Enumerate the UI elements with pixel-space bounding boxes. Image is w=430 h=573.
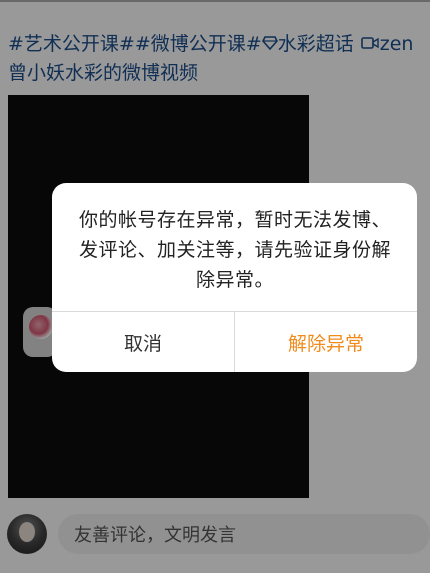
resolve-exception-button[interactable]: 解除异常: [235, 312, 417, 372]
dialog-message: 你的帐号存在异常，暂时无法发博、发评论、加关注等，请先验证身份解除异常。: [78, 209, 391, 291]
account-warning-dialog: 你的帐号存在异常，暂时无法发博、发评论、加关注等，请先验证身份解除异常。 取消 …: [52, 183, 417, 372]
cancel-button[interactable]: 取消: [52, 312, 234, 372]
page: #艺术公开课##微博公开课# 水彩超话 zen 曾小妖水彩的微博视频 友善评论，…: [0, 0, 430, 573]
